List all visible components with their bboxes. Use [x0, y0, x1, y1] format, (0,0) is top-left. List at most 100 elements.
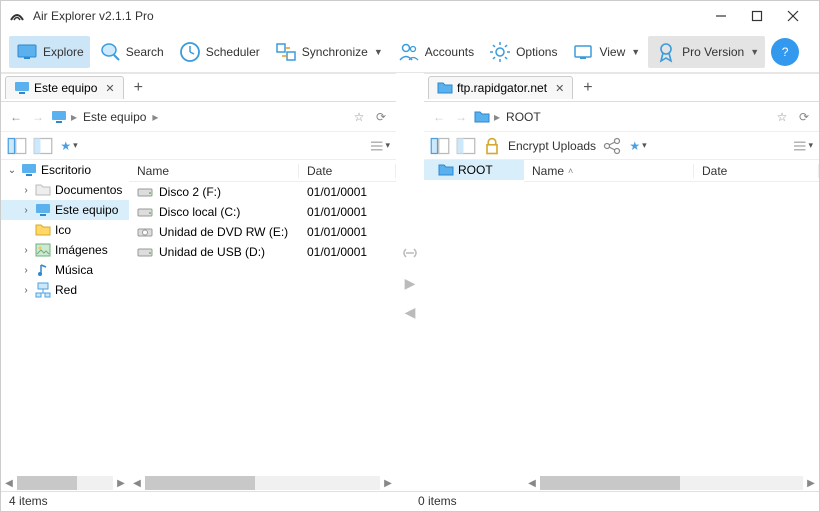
list-row[interactable]: Disco local (C:)01/01/0001: [129, 202, 396, 222]
maximize-button[interactable]: [739, 2, 775, 30]
monitor-icon: [51, 109, 67, 125]
synchronize-label: Synchronize: [302, 45, 368, 59]
tree-hscrollbar[interactable]: ◀▶: [1, 475, 129, 491]
share-icon[interactable]: [602, 137, 622, 155]
row-date: 01/01/0001: [299, 225, 396, 239]
view-icon: [571, 40, 595, 64]
gear-icon: [488, 40, 512, 64]
scheduler-button[interactable]: Scheduler: [172, 36, 266, 68]
minimize-button[interactable]: [703, 2, 739, 30]
explore-icon: [15, 40, 39, 64]
left-breadcrumb[interactable]: ▸ Este equipo ▸: [71, 110, 346, 124]
right-tab[interactable]: ftp.rapidgator.net ✕: [428, 76, 573, 99]
col-date[interactable]: Date: [299, 164, 396, 178]
right-breadcrumb[interactable]: ▸ ROOT: [494, 110, 769, 124]
left-columns: Name Date: [129, 160, 396, 182]
sort-asc-icon: ˄: [568, 166, 573, 176]
tab-close-icon[interactable]: ✕: [105, 82, 114, 95]
col-name[interactable]: Name: [129, 164, 299, 178]
row-date: 01/01/0001: [299, 185, 396, 199]
tree-node-escritorio[interactable]: ⌄Escritorio: [1, 160, 129, 180]
folder-icon: [35, 222, 51, 238]
view-mode-dropdown[interactable]: ▾: [793, 137, 813, 155]
view-button[interactable]: View ▼: [565, 36, 646, 68]
list-hscrollbar[interactable]: ◀▶: [524, 475, 819, 491]
app-logo-icon: [9, 8, 25, 24]
forward-button[interactable]: →: [452, 108, 470, 126]
tree-node-root[interactable]: ROOT: [424, 160, 524, 180]
chevron-down-icon[interactable]: ⌄: [7, 165, 17, 176]
add-tab-button[interactable]: +: [126, 79, 151, 97]
tree-node-este-equipo[interactable]: ›Este equipo: [1, 200, 129, 220]
tree-label: ROOT: [458, 163, 493, 177]
favorites-dropdown[interactable]: ★▾: [59, 137, 79, 155]
tab-close-icon[interactable]: ✕: [555, 82, 564, 95]
transfer-left-button[interactable]: ◀: [405, 304, 416, 321]
pro-version-button[interactable]: Pro Version ▼: [648, 36, 765, 68]
search-label: Search: [126, 45, 164, 59]
tree-node-red[interactable]: ›Red: [1, 280, 129, 300]
lock-icon[interactable]: [482, 137, 502, 155]
explore-button[interactable]: Explore: [9, 36, 90, 68]
pictures-icon: [35, 242, 51, 258]
tree-node-musica[interactable]: ›Música: [1, 260, 129, 280]
titlebar: Air Explorer v2.1.1 Pro: [1, 1, 819, 31]
synchronize-button[interactable]: Synchronize ▼: [268, 36, 389, 68]
layout-list-button[interactable]: [33, 137, 53, 155]
view-mode-dropdown[interactable]: ▾: [370, 137, 390, 155]
col-date[interactable]: Date: [694, 164, 819, 178]
chevron-right-icon[interactable]: ›: [21, 245, 31, 256]
monitor-icon: [14, 80, 30, 96]
back-button[interactable]: ←: [7, 108, 25, 126]
col-name[interactable]: Name˄: [524, 164, 694, 178]
list-hscrollbar[interactable]: ◀▶: [129, 475, 396, 491]
left-tab-label: Este equipo: [34, 81, 97, 95]
encrypt-uploads-label[interactable]: Encrypt Uploads: [508, 139, 596, 153]
accounts-button[interactable]: Accounts: [391, 36, 480, 68]
left-navbar: ← → ▸ Este equipo ▸ ☆ ⟳: [1, 102, 396, 132]
scheduler-label: Scheduler: [206, 45, 260, 59]
favorites-dropdown[interactable]: ★▾: [628, 137, 648, 155]
tree-node-ico[interactable]: ›Ico: [1, 220, 129, 240]
breadcrumb-separator-icon: ▸: [71, 110, 77, 124]
row-name: Unidad de DVD RW (E:): [159, 225, 288, 239]
layout-tree-button[interactable]: [430, 137, 450, 155]
left-subtoolbar: ★▾ ▾: [1, 132, 396, 160]
chevron-right-icon[interactable]: ›: [21, 185, 31, 196]
tree-node-documentos[interactable]: ›Documentos: [1, 180, 129, 200]
chevron-right-icon[interactable]: ›: [21, 285, 31, 296]
accounts-label: Accounts: [425, 45, 474, 59]
transfer-right-button[interactable]: ▶: [405, 275, 416, 292]
tree-node-imagenes[interactable]: ›Imágenes: [1, 240, 129, 260]
right-subtoolbar: Encrypt Uploads ★▾ ▾: [424, 132, 819, 160]
row-date: 01/01/0001: [299, 245, 396, 259]
list-row[interactable]: Disco 2 (F:)01/01/0001: [129, 182, 396, 202]
chevron-right-icon[interactable]: ›: [21, 265, 31, 276]
layout-tree-button[interactable]: [7, 137, 27, 155]
folder-icon: [35, 182, 51, 198]
left-tab[interactable]: Este equipo ✕: [5, 76, 124, 99]
award-icon: [654, 40, 678, 64]
favorite-button[interactable]: ☆: [773, 108, 791, 126]
options-button[interactable]: Options: [482, 36, 563, 68]
favorite-button[interactable]: ☆: [350, 108, 368, 126]
options-label: Options: [516, 45, 557, 59]
refresh-button[interactable]: ⟳: [795, 108, 813, 126]
refresh-button[interactable]: ⟳: [372, 108, 390, 126]
breadcrumb-item[interactable]: ROOT: [506, 110, 541, 124]
layout-list-button[interactable]: [456, 137, 476, 155]
folder-icon: [437, 80, 453, 96]
row-date: 01/01/0001: [299, 205, 396, 219]
help-button[interactable]: ?: [771, 38, 799, 66]
chevron-right-icon[interactable]: ›: [21, 205, 31, 216]
add-tab-button[interactable]: +: [575, 79, 600, 97]
sync-link-icon[interactable]: [400, 243, 420, 263]
forward-button[interactable]: →: [29, 108, 47, 126]
breadcrumb-item[interactable]: Este equipo: [83, 110, 146, 124]
search-button[interactable]: Search: [92, 36, 170, 68]
center-controls: ▶ ◀: [396, 73, 424, 491]
back-button[interactable]: ←: [430, 108, 448, 126]
list-row[interactable]: Unidad de DVD RW (E:) 01/01/0001: [129, 222, 396, 242]
list-row[interactable]: Unidad de USB (D:)01/01/0001: [129, 242, 396, 262]
close-button[interactable]: [775, 2, 811, 30]
